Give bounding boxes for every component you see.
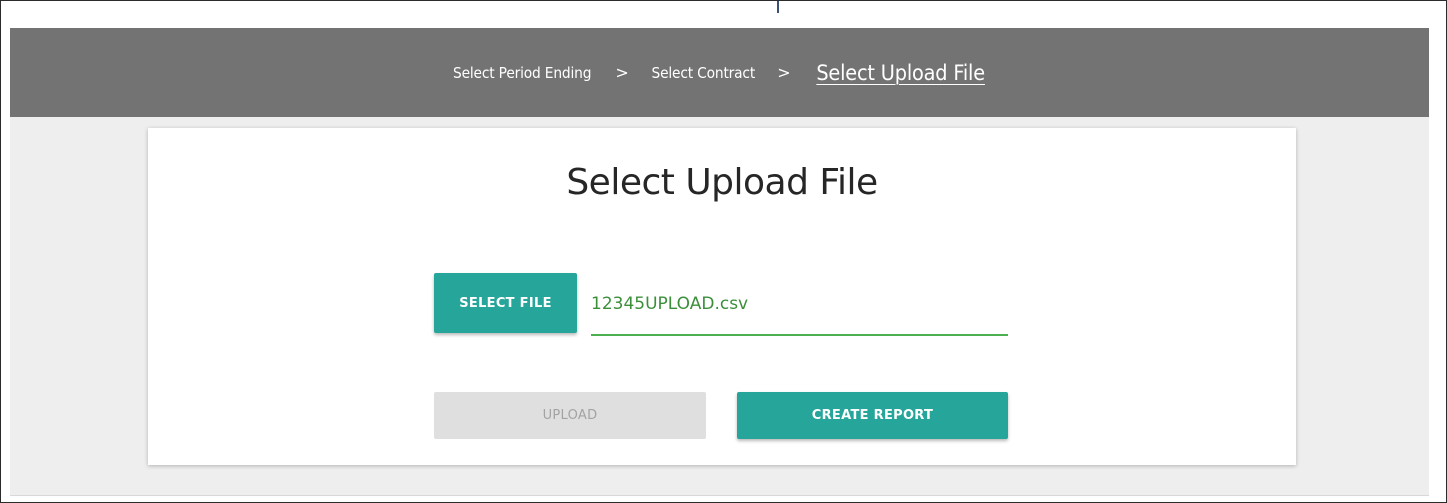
app-container: Select Period Ending > Select Contract >…: [10, 28, 1429, 496]
create-report-button[interactable]: CREATE REPORT: [737, 392, 1008, 439]
breadcrumb-item-upload-file[interactable]: Select Upload File: [816, 61, 985, 85]
chevron-right-icon: >: [615, 63, 629, 82]
upload-button[interactable]: UPLOAD: [434, 392, 706, 439]
select-file-button[interactable]: SELECT FILE: [434, 273, 577, 333]
chevron-right-icon: >: [777, 63, 791, 82]
top-divider-mark: [777, 1, 779, 13]
breadcrumb-item-contract[interactable]: Select Contract: [651, 64, 755, 82]
page-title: Select Upload File: [566, 162, 878, 203]
file-name-value: 12345UPLOAD.csv: [591, 294, 749, 314]
breadcrumb: Select Period Ending > Select Contract >…: [10, 28, 1429, 117]
breadcrumb-item-period-ending[interactable]: Select Period Ending: [453, 64, 591, 82]
file-name-field[interactable]: 12345UPLOAD.csv: [591, 288, 1008, 336]
window-frame: Select Period Ending > Select Contract >…: [0, 0, 1447, 503]
upload-card: Select Upload File SELECT FILE 12345UPLO…: [148, 128, 1296, 465]
